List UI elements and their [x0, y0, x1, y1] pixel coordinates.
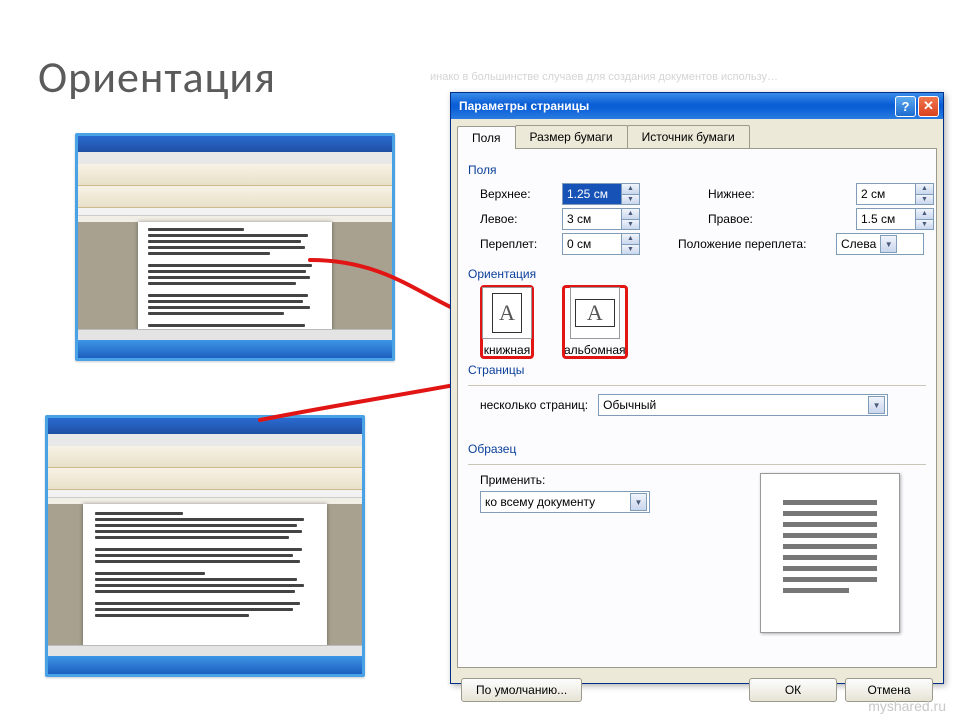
- dialog-title: Параметры страницы: [459, 99, 589, 113]
- section-orientation-title: Ориентация: [468, 267, 926, 281]
- apply-dropdown[interactable]: ко всему документу ▼: [480, 491, 650, 513]
- multi-pages-dropdown[interactable]: Обычный ▼: [598, 394, 888, 416]
- gutter-pos-label: Положение переплета:: [658, 237, 830, 251]
- bottom-margin-input[interactable]: [857, 184, 915, 204]
- tab-strip: Поля Размер бумаги Источник бумаги: [457, 125, 937, 148]
- apply-label: Применить:: [480, 473, 650, 487]
- gutter-pos-dropdown[interactable]: Слева ▼: [836, 233, 924, 255]
- apply-value: ко всему документу: [485, 495, 626, 509]
- left-margin-label: Левое:: [480, 212, 556, 226]
- orientation-portrait-label: книжная: [482, 343, 532, 357]
- dialog-titlebar[interactable]: Параметры страницы ? ✕: [451, 93, 943, 119]
- orientation-landscape-label: альбомная: [564, 343, 626, 357]
- close-button[interactable]: ✕: [918, 96, 939, 117]
- portrait-icon: A: [482, 287, 532, 339]
- spin-up-icon[interactable]: ▲: [621, 184, 639, 195]
- slide-title: Ориентация: [38, 50, 276, 104]
- dropdown-arrow-icon[interactable]: ▼: [880, 235, 897, 253]
- spin-down-icon[interactable]: ▼: [621, 195, 639, 205]
- default-button[interactable]: По умолчанию...: [461, 678, 582, 702]
- section-pages-title: Страницы: [468, 363, 926, 377]
- gutter-input[interactable]: [563, 234, 621, 254]
- help-button[interactable]: ?: [895, 96, 916, 117]
- gutter-label: Переплет:: [480, 237, 556, 251]
- multi-pages-value: Обычный: [603, 398, 864, 412]
- right-margin-field[interactable]: ▲▼: [856, 208, 934, 230]
- multi-pages-label: несколько страниц:: [480, 398, 588, 412]
- tab-paper-size[interactable]: Размер бумаги: [515, 125, 628, 148]
- tab-margins[interactable]: Поля: [457, 126, 516, 149]
- top-margin-input[interactable]: [563, 184, 621, 204]
- right-margin-label: Правое:: [658, 212, 850, 226]
- gutter-field[interactable]: ▲▼: [562, 233, 640, 255]
- top-margin-field[interactable]: ▲▼: [562, 183, 640, 205]
- landscape-icon: A: [570, 287, 620, 339]
- dialog-panel: Поля Верхнее: ▲▼ Нижнее: ▲▼ Левое: ▲▼ Пр…: [457, 148, 937, 668]
- dropdown-arrow-icon[interactable]: ▼: [868, 396, 885, 414]
- left-margin-input[interactable]: [563, 209, 621, 229]
- word-screenshot-landscape: [45, 415, 365, 677]
- ok-button[interactable]: ОК: [749, 678, 837, 702]
- right-margin-input[interactable]: [857, 209, 915, 229]
- page-setup-dialog: Параметры страницы ? ✕ Поля Размер бумаг…: [450, 92, 944, 684]
- orientation-landscape[interactable]: A альбомная: [564, 287, 626, 357]
- page-preview-icon: [760, 473, 900, 633]
- word-screenshot-portrait: [75, 133, 395, 361]
- left-margin-field[interactable]: ▲▼: [562, 208, 640, 230]
- watermark: myshared.ru: [868, 698, 946, 714]
- orientation-portrait[interactable]: A книжная: [482, 287, 532, 357]
- bottom-margin-field[interactable]: ▲▼: [856, 183, 934, 205]
- section-margins-title: Поля: [468, 163, 926, 177]
- gutter-pos-value: Слева: [841, 237, 876, 251]
- bottom-margin-label: Нижнее:: [658, 187, 850, 201]
- dropdown-arrow-icon[interactable]: ▼: [630, 493, 647, 511]
- top-margin-label: Верхнее:: [480, 187, 556, 201]
- tab-paper-source[interactable]: Источник бумаги: [627, 125, 750, 148]
- section-preview-title: Образец: [468, 442, 926, 456]
